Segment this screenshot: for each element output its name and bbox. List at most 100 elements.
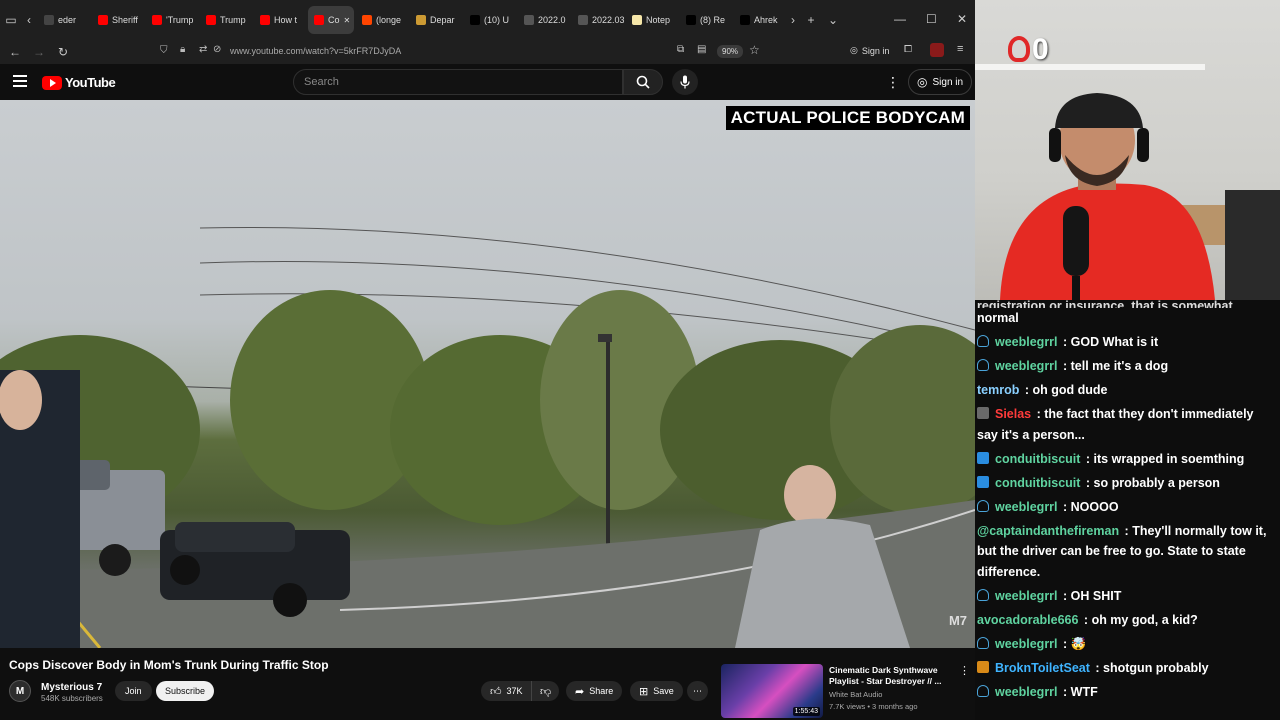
browser-tab[interactable]: eder — [38, 6, 90, 34]
browser-tab[interactable]: Trump — [200, 6, 252, 34]
reload-icon[interactable]: ↻ — [51, 45, 75, 59]
video-title: Cops Discover Body in Mom's Trunk During… — [9, 658, 329, 672]
chat-username[interactable]: weeblegrrl — [995, 500, 1058, 514]
save-button[interactable]: ⊞ Save — [630, 681, 683, 701]
tab-label: (longe — [376, 15, 402, 25]
bookmark-star-icon[interactable]: ☆ — [749, 43, 760, 57]
extensions-icon[interactable]: ⧠ — [904, 44, 912, 55]
browser-account-button[interactable]: ◎ Sign in — [850, 45, 889, 56]
youtube-signin-button[interactable]: ◎ Sign in — [908, 69, 973, 95]
like-button[interactable]: 👍︎ 37K — [481, 681, 531, 701]
recommended-channel[interactable]: White Bat Audio — [829, 690, 882, 699]
chat-username[interactable]: avocadorable666 — [977, 613, 1078, 627]
menu-icon[interactable]: ≡ — [957, 43, 963, 55]
more-actions-button[interactable]: ⋯ — [687, 681, 708, 701]
url-field[interactable]: www.youtube.com/watch?v=5krFR7DJyDA — [230, 46, 401, 56]
lock-icon[interactable]: 🔒︎ — [180, 44, 185, 55]
chat-username[interactable]: weeblegrrl — [995, 637, 1058, 651]
browser-tab[interactable]: (longe — [356, 6, 408, 34]
recommended-more-icon[interactable]: ⋮ — [959, 664, 970, 677]
subscribe-button[interactable]: Subscribe — [156, 681, 215, 701]
picture-in-picture-icon[interactable]: ⧉ — [677, 44, 684, 55]
browser-tab[interactable]: Co ✕ — [308, 6, 354, 34]
tab-label: Sheriff — [112, 15, 138, 25]
browser-tab[interactable]: How t — [254, 6, 306, 34]
tab-favicon-icon — [362, 15, 372, 25]
dislike-button[interactable]: 👎︎ — [531, 681, 560, 701]
chat-message: conduitbiscuit : its wrapped in soemthin… — [977, 449, 1274, 470]
browser-tab[interactable]: (10) U — [464, 6, 516, 34]
forward-icon[interactable]: → — [27, 45, 51, 59]
tab-favicon-icon — [314, 15, 324, 25]
browser-tab[interactable]: Ahrek — [734, 6, 786, 34]
chat-username[interactable]: temrob — [977, 383, 1019, 397]
video-player[interactable]: ACTUAL POLICE BODYCAM M7 — [0, 100, 975, 648]
minimize-icon[interactable]: — — [894, 12, 906, 26]
browser-tab[interactable]: Notep — [626, 6, 678, 34]
new-tab-icon[interactable]: + — [800, 9, 822, 31]
chat-partial-message: registration or insurance, that is somew… — [977, 300, 1233, 308]
browser-tab[interactable]: 2022.0 — [518, 6, 570, 34]
chat-message: @captaindanthefireman : They'll normally… — [977, 521, 1274, 583]
permissions-icon[interactable]: ⇄ — [199, 44, 207, 55]
browser-tab[interactable]: 2022.03.1 — [572, 6, 624, 34]
chat-text: so probably a person — [1093, 475, 1220, 490]
address-bar-row: ← → ↻ ⛉ 🔒︎ ⇄ ⊘ www.youtube.com/watch?v=5… — [0, 40, 975, 64]
settings-more-icon[interactable]: ⋮ — [886, 74, 900, 91]
chat-message: temrob : oh god dude — [977, 380, 1274, 401]
reader-mode-icon[interactable]: ▤ — [697, 44, 706, 55]
chat-separator: : — [1082, 475, 1094, 490]
browser-tab[interactable]: Sheriff — [92, 6, 144, 34]
channel-avatar[interactable]: M — [9, 680, 31, 702]
search-button[interactable] — [623, 69, 663, 95]
chat-username[interactable]: weeblegrrl — [995, 359, 1058, 373]
youtube-logo[interactable]: YouTube — [42, 75, 116, 90]
channel-name[interactable]: Mysterious 7 — [41, 682, 102, 693]
close-tab-icon[interactable]: ✕ — [344, 16, 351, 25]
maximize-icon[interactable]: ☐ — [926, 12, 937, 26]
youtube-logo-text: YouTube — [65, 75, 116, 90]
sub-badge-icon — [977, 407, 989, 419]
chat-username[interactable]: weeblegrrl — [995, 589, 1058, 603]
chat-username[interactable]: Sielas — [995, 407, 1031, 421]
voice-search-button[interactable] — [672, 69, 698, 95]
tab-scroll-right-icon[interactable]: › — [786, 9, 800, 31]
extension-badge-icon[interactable] — [930, 43, 944, 57]
tab-overview-icon[interactable]: ▭ — [0, 9, 22, 31]
tab-favicon-icon — [416, 15, 426, 25]
tab-label: 2022.03.1 — [592, 15, 624, 25]
user-badge-icon — [977, 588, 989, 601]
back-icon[interactable]: ← — [3, 45, 27, 59]
shield-icon[interactable]: ⛉ — [160, 45, 168, 56]
heart-counter-icon — [1008, 36, 1030, 62]
browser-tab[interactable]: Depar — [410, 6, 462, 34]
chat-text: GOD What is it — [1070, 335, 1159, 349]
share-icon: ➦ — [575, 685, 585, 698]
tab-scroll-left-icon[interactable]: ‹ — [22, 9, 36, 31]
chat-username[interactable]: conduitbiscuit — [995, 476, 1080, 490]
chat-separator: : — [1059, 335, 1071, 349]
chat-username[interactable]: BroknToiletSeat — [995, 661, 1090, 675]
stream-chat: registration or insurance, that is somew… — [975, 300, 1280, 720]
close-window-icon[interactable]: ✕ — [957, 12, 967, 26]
recommended-thumbnail[interactable]: 1:55:43 — [721, 664, 823, 718]
chat-separator: : — [1021, 383, 1033, 397]
browser-tab[interactable]: 'Trump — [146, 6, 198, 34]
join-button[interactable]: Join — [115, 681, 152, 701]
channel-watermark[interactable]: M7 — [949, 613, 967, 628]
chat-username[interactable]: weeblegrrl — [995, 335, 1058, 349]
hamburger-menu-icon[interactable] — [13, 75, 27, 87]
chat-username[interactable]: @captaindanthefireman — [977, 524, 1119, 538]
tab-list-icon[interactable]: ⌄ — [822, 9, 844, 31]
chat-username[interactable]: conduitbiscuit — [995, 452, 1080, 466]
tab-label: Co — [328, 15, 340, 25]
share-button[interactable]: ➦ Share — [566, 681, 623, 701]
chat-message: avocadorable666 : oh my god, a kid? — [977, 610, 1274, 631]
search-input[interactable]: Search — [293, 69, 623, 95]
zoom-indicator[interactable]: 90% — [717, 45, 744, 58]
recommended-title[interactable]: Cinematic Dark Synthwave Playlist - Star… — [829, 665, 944, 687]
chat-username[interactable]: weeblegrrl — [995, 685, 1058, 699]
browser-tab[interactable]: (8) Re — [680, 6, 732, 34]
tracking-icon[interactable]: ⊘ — [213, 44, 221, 55]
streamer-webcam: 0 — [975, 0, 1280, 300]
